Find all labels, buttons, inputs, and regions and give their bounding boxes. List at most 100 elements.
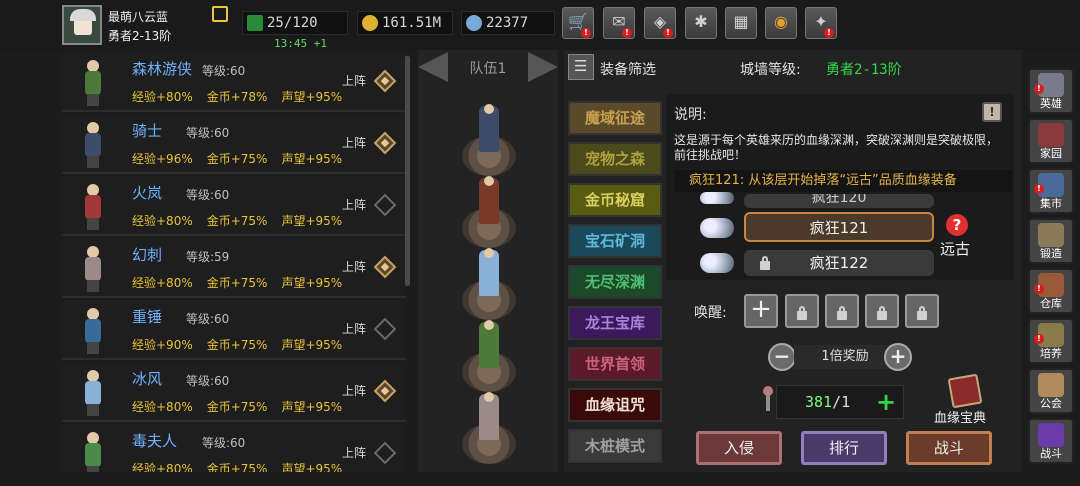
awaken-slot-locked[interactable] [905, 294, 939, 328]
hero-level: 等级:60 [186, 126, 230, 140]
hero-exp-bonus: 经验+80% [132, 90, 193, 104]
sidebar-label: 培养 [1040, 347, 1062, 360]
player-rank: 勇者2-13阶 [108, 29, 172, 43]
mail-button[interactable]: ✉! [603, 7, 635, 39]
sidebar-button[interactable]: 公会 [1028, 368, 1074, 414]
sidebar-label: 公会 [1040, 397, 1062, 410]
hero-row[interactable]: 森林游侠 等级:60 经验+80% 金币+78% 声望+95% 上阵 [62, 52, 406, 112]
team-slot[interactable] [462, 176, 516, 248]
filter-menu-icon[interactable] [568, 54, 594, 80]
bloodline-book-icon[interactable] [947, 373, 983, 409]
cloud-icon [700, 218, 734, 238]
team-slot[interactable] [462, 320, 516, 392]
hero-gold-bonus: 金币+75% [206, 462, 268, 472]
mode-button[interactable]: 血缘诅咒 [568, 388, 662, 422]
bloodline-book-label[interactable]: 血缘宝典 [934, 407, 986, 426]
depth-row-prev[interactable]: 疯狂120 [744, 194, 934, 208]
sidebar-label: 家园 [1040, 147, 1062, 160]
hero-list[interactable]: 森林游侠 等级:60 经验+80% 金币+78% 声望+95% 上阵 骑士 等级:60 经验+9… [62, 52, 406, 472]
mode-button[interactable]: 魔域征途 [568, 101, 662, 135]
mode-button[interactable]: 龙王宝库 [568, 306, 662, 340]
edit-name-icon[interactable] [212, 6, 228, 22]
hero-gold-bonus: 金币+75% [206, 400, 268, 414]
decrease-reward-button[interactable]: − [768, 343, 796, 371]
lock-icon [837, 306, 847, 320]
hero-sprite [72, 242, 116, 294]
sidebar-button[interactable]: ! 培养 [1028, 318, 1074, 364]
equipment-filter-label[interactable]: 装备筛选 [600, 59, 656, 79]
cloud-icon [700, 192, 734, 204]
mode-button[interactable]: 木桩模式 [568, 429, 662, 463]
add-keys-button[interactable]: + [876, 388, 896, 416]
question-icon[interactable]: ? [946, 214, 968, 236]
hero-row[interactable]: 火岚 等级:60 经验+80% 金币+75% 声望+95% 上阵 [62, 176, 406, 236]
hero-row[interactable]: 毒夫人 等级:60 经验+80% 金币+75% 声望+95% 上阵 [62, 424, 406, 472]
shop-button[interactable]: 🛒! [562, 7, 594, 39]
key-count-max: /1 [832, 393, 851, 411]
team-slot[interactable] [462, 392, 516, 464]
depth-row-current[interactable]: 疯狂121 [744, 212, 934, 242]
hero-row[interactable]: 冰风 等级:60 经验+80% 金币+75% 声望+95% 上阵 [62, 362, 406, 422]
mode-button[interactable]: 宝石矿洞 [568, 224, 662, 258]
deploy-toggle-icon[interactable] [373, 69, 397, 93]
hero-level: 等级:59 [186, 250, 230, 264]
mode-button[interactable]: 宠物之森 [568, 142, 662, 176]
help-icon[interactable]: ! [982, 102, 1002, 122]
team-slot[interactable] [462, 104, 516, 176]
awaken-slot-locked[interactable] [825, 294, 859, 328]
alert-icon: ! [581, 28, 591, 38]
deploy-toggle-icon[interactable] [373, 379, 397, 403]
hero-bonuses: 经验+80% 金币+75% 声望+95% [132, 212, 356, 229]
hero-bonuses: 经验+80% 金币+75% 声望+95% [132, 274, 356, 291]
invade-button[interactable]: 入侵 [696, 431, 782, 465]
hero-row[interactable]: 幻刺 等级:59 经验+80% 金币+75% 声望+95% 上阵 [62, 238, 406, 298]
deploy-toggle-icon[interactable] [373, 441, 397, 465]
lock-icon [917, 306, 927, 320]
mode-button[interactable]: 金币秘窟 [568, 183, 662, 217]
sidebar-button[interactable]: 锻造 [1028, 218, 1074, 264]
gem-icon [466, 15, 482, 31]
battle-button[interactable]: 战斗 [906, 431, 992, 465]
hero-bonuses: 经验+80% 金币+75% 声望+95% [132, 460, 356, 472]
sidebar-button[interactable]: 战斗 [1028, 418, 1074, 464]
awaken-slot-locked[interactable] [785, 294, 819, 328]
increase-reward-button[interactable]: + [884, 343, 912, 371]
awaken-add-button[interactable] [744, 294, 778, 328]
sidebar-button[interactable]: ! 英雄 [1028, 68, 1074, 114]
hero-exp-bonus: 经验+80% [132, 276, 193, 290]
sidebar-button[interactable]: 家园 [1028, 118, 1074, 164]
quality-grade: 远古 [940, 240, 971, 258]
deploy-toggle-icon[interactable] [373, 317, 397, 341]
deploy-toggle-icon[interactable] [373, 193, 397, 217]
awaken-slot-locked[interactable] [865, 294, 899, 328]
settings-button[interactable]: ✱ [685, 7, 717, 39]
color-wheel-button[interactable]: ◉ [765, 7, 797, 39]
deploy-label: 上阵 [342, 198, 367, 212]
deploy-label: 上阵 [342, 74, 367, 88]
hero-gold-bonus: 金币+75% [206, 214, 268, 228]
hero-row[interactable]: 骑士 等级:60 经验+96% 金币+75% 声望+95% 上阵 [62, 114, 406, 174]
mode-button[interactable]: 无尽深渊 [568, 265, 662, 299]
ranking-button[interactable]: 排行 [801, 431, 887, 465]
player-avatar[interactable] [62, 5, 102, 45]
hero-name: 骑士 [132, 122, 163, 140]
hero-gold-bonus: 金币+75% [206, 276, 268, 290]
hero-level: 等级:60 [186, 312, 230, 326]
mode-button[interactable]: 世界首领 [568, 347, 662, 381]
hero-row[interactable]: 重锤 等级:60 经验+90% 金币+75% 声望+95% 上阵 [62, 300, 406, 360]
gem-value: 22377 [486, 15, 529, 31]
lantern-button[interactable]: ✦! [805, 7, 837, 39]
hero-exp-bonus: 经验+80% [132, 214, 193, 228]
sidebar-button[interactable]: ! 仓库 [1028, 268, 1074, 314]
deploy-label: 上阵 [342, 260, 367, 274]
deploy-toggle-icon[interactable] [373, 131, 397, 155]
team-slot[interactable] [462, 248, 516, 320]
deploy-toggle-icon[interactable] [373, 255, 397, 279]
hero-list-scrollbar[interactable] [405, 56, 410, 286]
depth-row-next[interactable]: 疯狂122 [744, 250, 934, 276]
team-hero-sprite [479, 392, 499, 440]
ticket-button[interactable]: ◈! [644, 7, 676, 39]
sidebar-button[interactable]: ! 集市 [1028, 168, 1074, 214]
deploy-label: 上阵 [342, 322, 367, 336]
gift-button[interactable]: ▦ [725, 7, 757, 39]
